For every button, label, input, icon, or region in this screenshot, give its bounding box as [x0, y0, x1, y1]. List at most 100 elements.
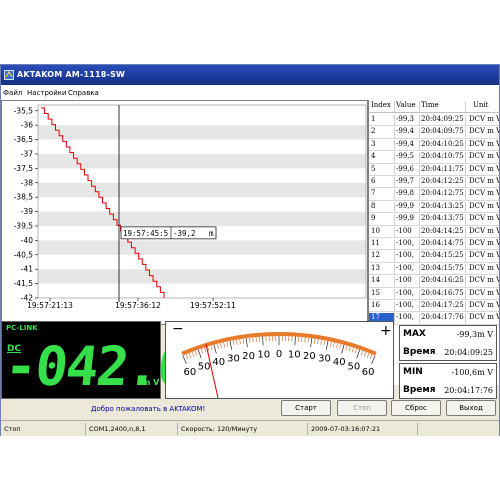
y-tick-label: -36,5	[14, 135, 34, 144]
meter-tick	[369, 354, 373, 360]
table-row[interactable]: 12 -100, 20:04:15:25 DCV m V	[369, 250, 499, 263]
cell-value: -99,7	[396, 177, 420, 188]
cell-value: -100	[396, 276, 420, 288]
header-value[interactable]: Value	[396, 101, 420, 112]
max-label: MAX	[403, 329, 426, 339]
table-row[interactable]: 4 -99,5 20:04:10:75 DCV m V	[369, 151, 499, 164]
table-row[interactable]: 16 -100, 20:04:17:25 DCV m V	[369, 300, 499, 313]
min-time-label: Время	[403, 385, 436, 395]
start-button[interactable]: Старт	[281, 400, 331, 416]
pc-link-label: PC-LINK	[6, 324, 38, 332]
meter-label: 40	[333, 357, 346, 368]
meter-tick	[201, 348, 204, 354]
welcome-text: Добро пожаловать в AKTAKOM!	[91, 405, 206, 413]
cell-index: 11	[369, 239, 395, 250]
stop-button[interactable]: Стоп	[337, 400, 387, 416]
meter-tick	[360, 350, 364, 356]
cell-time: 20:04:14:25	[421, 226, 466, 238]
max-value: -99,3m V	[456, 330, 493, 339]
meter-label: 50	[347, 362, 360, 373]
meter-tick	[232, 340, 235, 346]
table-row[interactable]: 13 -100, 20:04:15:75 DCV m V	[369, 263, 499, 276]
cell-time: 20:04:16:25	[421, 276, 466, 288]
cell-index: 7	[369, 189, 395, 201]
max-box: MAX -99,3m V Время 20:04:09:25	[399, 325, 497, 361]
table-row[interactable]: 3 -99,4 20:04:10:25 DCV m V	[369, 139, 499, 152]
meter-label: 10	[257, 350, 270, 361]
meter-label: 30	[318, 354, 331, 365]
meter-label: 60	[362, 367, 375, 378]
meter-tick	[236, 339, 238, 345]
cell-value: -99,9	[396, 201, 420, 213]
status-state: Стоп	[1, 423, 86, 435]
cell-unit: DCV m V	[469, 115, 499, 123]
y-tick-label: -37,5	[14, 164, 34, 173]
cell-time: 20:04:17:25	[421, 301, 466, 312]
lcd-value: -042.0	[1, 335, 192, 398]
reset-button[interactable]: Сброс	[391, 400, 441, 416]
meter-tick	[325, 340, 329, 350]
y-tick-label: -41,5	[14, 279, 34, 288]
header-unit[interactable]: Unit	[467, 101, 499, 112]
table-row[interactable]: 1 -99,3 20:04:09:25 DCV m V	[369, 114, 499, 127]
app-window: AKTAKOM AM-1118-SW Файл Настройки Справк…	[0, 64, 500, 436]
y-tick-label: -41	[21, 265, 33, 274]
header-time[interactable]: Time	[421, 101, 466, 112]
cell-time: 20:04:09:75	[421, 127, 466, 139]
cell-value: -100	[396, 226, 420, 238]
max-time: 20:04:09:25	[444, 348, 493, 357]
table-row[interactable]: 5 -99,6 20:04:11:75 DCV m V	[369, 164, 499, 176]
cell-unit: DCV m V	[469, 152, 499, 161]
table-row[interactable]: 10 -100 20:04:14:25 DCV m V	[369, 226, 499, 238]
table-row[interactable]: 6 -99,7 20:04:12:25 DCV m V	[369, 176, 499, 189]
chart-band	[38, 153, 366, 169]
meter-tick	[323, 340, 326, 346]
menu-file[interactable]: Файл	[3, 89, 22, 97]
header-index[interactable]: Index	[369, 101, 395, 112]
table-row[interactable]: 15 -100, 20:04:16:75 DCV m V	[369, 288, 499, 300]
meter-tick	[294, 336, 296, 346]
cursor-unit: m	[209, 229, 214, 238]
meter-label: 30	[227, 354, 240, 365]
x-tick-label: 19:57:21:13	[27, 301, 73, 310]
meter-tick	[185, 354, 189, 360]
meter-tick	[252, 337, 254, 343]
meter-tick	[354, 348, 357, 354]
meter-label: 10	[288, 350, 301, 361]
table-row[interactable]: 7 -99,8 20:04:12:75 DCV m V	[369, 188, 499, 201]
analog-meter: 60 50 40 30 20 10 0 10 20 30 40 50 60− +	[165, 321, 394, 399]
meter-tick	[182, 355, 187, 364]
table-row[interactable]: 14 -100 20:04:16:25 DCV m V	[369, 275, 499, 288]
y-tick-label: -38,5	[14, 193, 34, 202]
cell-unit: DCV m V	[469, 164, 499, 173]
table-row[interactable]: 8 -99,9 20:04:13:25 DCV m V	[369, 201, 499, 214]
max-time-label: Время	[403, 347, 436, 357]
table-row[interactable]: 2 -99,4 20:04:09:75 DCV m V	[369, 126, 499, 139]
cell-index: 8	[369, 201, 395, 213]
menu-help[interactable]: Справка	[68, 89, 99, 97]
menu-settings[interactable]: Настройки	[27, 89, 67, 97]
cursor-time: 19:57:45:5	[123, 229, 168, 238]
cell-index: 10	[369, 226, 395, 238]
meter-tick	[191, 351, 195, 357]
title-bar: AKTAKOM AM-1118-SW	[1, 65, 499, 85]
meter-scale: 60 50 40 30 20 10 0 10 20 30 40 50 60− +	[172, 321, 392, 399]
cell-value: -99,6	[396, 164, 420, 176]
cell-unit: DCV m V	[469, 226, 499, 235]
cell-index: 4	[369, 152, 395, 164]
table-row[interactable]: 9 -99,9 20:04:13:75 DCV m V	[369, 213, 499, 226]
meter-tick	[210, 345, 213, 351]
cell-unit: DCV m V	[469, 127, 499, 136]
chart-band	[38, 211, 366, 226]
table-row[interactable]: 11 -100, 20:04:14:75 DCV m V	[369, 238, 499, 251]
cell-unit: DCV m V	[469, 301, 499, 309]
cell-time: 20:04:10:75	[421, 152, 466, 164]
y-tick-label: -40	[21, 236, 33, 245]
y-tick-label: -35,5	[14, 106, 34, 115]
meter-tick	[242, 338, 244, 344]
y-tick-label: -39	[21, 207, 33, 216]
meter-tick	[329, 341, 332, 347]
exit-button[interactable]: Выход	[446, 400, 496, 416]
cell-value: -100,	[396, 288, 420, 300]
meter-plus-sign: +	[380, 323, 392, 339]
